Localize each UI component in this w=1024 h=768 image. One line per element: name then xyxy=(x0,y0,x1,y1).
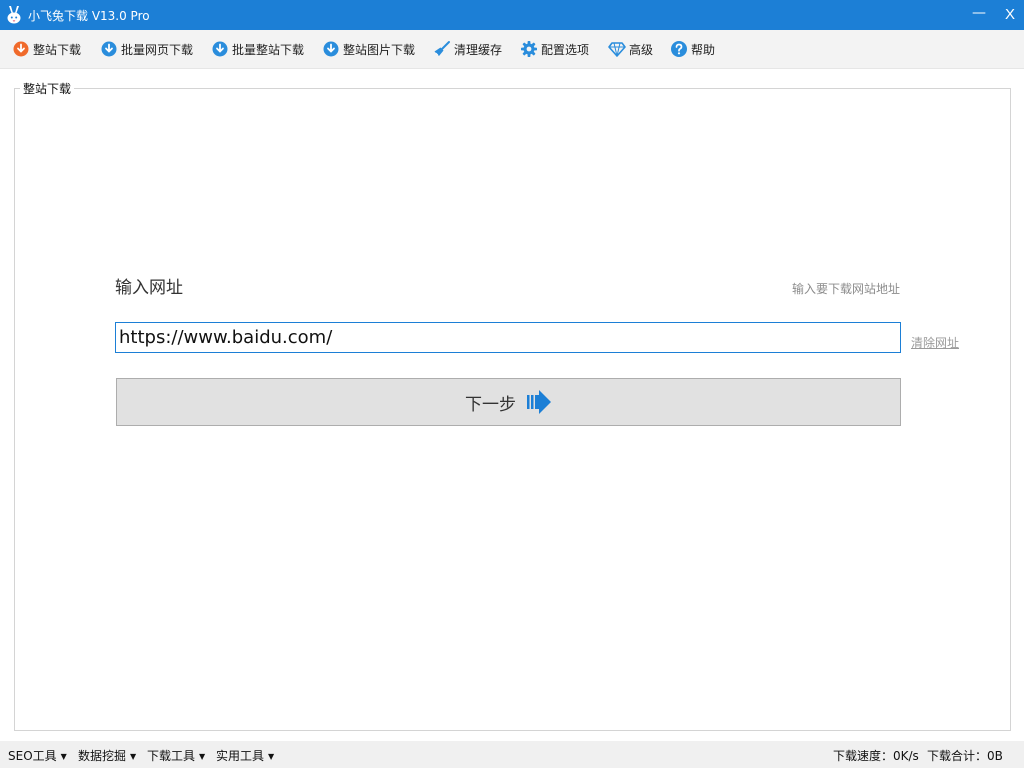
title-bar: 小飞兔下载 V13.0 Pro — X xyxy=(0,0,1024,30)
rabbit-logo-icon xyxy=(7,6,21,24)
download-cloud-icon xyxy=(101,41,117,57)
data-mining-menu[interactable]: 数据挖掘 ▼ xyxy=(78,747,136,764)
minimize-button[interactable]: — xyxy=(965,0,993,30)
download-tools-menu[interactable]: 下载工具 ▼ xyxy=(147,747,205,764)
panel-title: 整站下载 xyxy=(20,80,75,97)
window-title: 小飞兔下载 V13.0 Pro xyxy=(28,9,150,23)
menu-label: SEO工具 xyxy=(8,749,57,763)
menu-label: 下载工具 xyxy=(147,749,196,763)
toolbar-settings-button[interactable]: 配置选项 xyxy=(520,38,589,60)
toolbar-site-download-button[interactable]: 整站下载 xyxy=(12,38,81,60)
download-cloud-icon xyxy=(212,41,228,57)
download-cloud-icon xyxy=(323,41,339,57)
toolbar: 整站下载 批量网页下载 批量整站下载 整站图片下载 清理缓存 配置选项 高级 帮… xyxy=(0,30,1024,69)
seo-tools-menu[interactable]: SEO工具 ▼ xyxy=(8,747,67,764)
close-button[interactable]: X xyxy=(996,0,1024,30)
diamond-icon xyxy=(608,42,626,57)
toolbar-clear-cache-button[interactable]: 清理缓存 xyxy=(433,38,502,60)
url-input[interactable] xyxy=(115,322,901,353)
toolbar-item-label: 帮助 xyxy=(691,42,716,57)
clear-url-link[interactable]: 清除网址 xyxy=(911,334,959,351)
arrow-right-icon xyxy=(527,390,551,414)
next-step-button[interactable]: 下一步 xyxy=(116,378,901,426)
caret-down-icon: ▼ xyxy=(130,752,137,761)
menu-label: 数据挖掘 xyxy=(78,749,127,763)
url-hint: 输入要下载网站地址 xyxy=(792,282,901,296)
caret-down-icon: ▼ xyxy=(199,752,206,761)
next-step-label: 下一步 xyxy=(465,394,516,415)
toolbar-help-button[interactable]: 帮助 xyxy=(670,38,715,60)
download-total: 下载合计：0B xyxy=(927,749,1003,763)
toolbar-item-label: 批量网页下载 xyxy=(121,42,194,57)
toolbar-item-label: 清理缓存 xyxy=(454,42,503,57)
toolbar-item-label: 整站下载 xyxy=(33,42,82,57)
gear-icon xyxy=(521,41,537,57)
url-label: 输入网址 xyxy=(115,278,183,298)
broom-icon xyxy=(434,41,450,56)
toolbar-item-label: 配置选项 xyxy=(541,42,590,57)
caret-down-icon: ▼ xyxy=(60,752,67,761)
download-cloud-icon xyxy=(13,41,29,57)
toolbar-batch-page-download-button[interactable]: 批量网页下载 xyxy=(100,38,193,60)
utility-tools-menu[interactable]: 实用工具 ▼ xyxy=(216,747,274,764)
menu-label: 实用工具 xyxy=(216,749,265,763)
help-icon xyxy=(671,41,687,57)
toolbar-item-label: 整站图片下载 xyxy=(343,42,416,57)
toolbar-item-label: 高级 xyxy=(629,42,654,57)
toolbar-site-image-download-button[interactable]: 整站图片下载 xyxy=(322,38,415,60)
toolbar-batch-site-download-button[interactable]: 批量整站下载 xyxy=(211,38,304,60)
status-bar: SEO工具 ▼ 数据挖掘 ▼ 下载工具 ▼ 实用工具 ▼ 下载速度：0K/s 下载合计：… xyxy=(0,741,1024,768)
caret-down-icon: ▼ xyxy=(268,752,275,761)
download-speed: 下载速度：0K/s xyxy=(833,749,919,763)
toolbar-advanced-button[interactable]: 高级 xyxy=(608,38,653,60)
toolbar-item-label: 批量整站下载 xyxy=(232,42,305,57)
